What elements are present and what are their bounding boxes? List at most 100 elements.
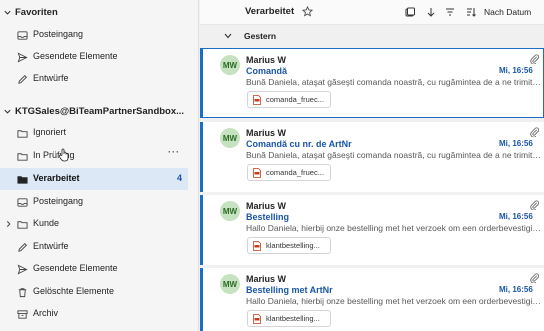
- message-item[interactable]: MW Marius W Bestelling met ArtNr Mi, 16:…: [200, 268, 544, 331]
- message-subject: Comandă: [246, 66, 288, 76]
- inbox-icon: [17, 31, 28, 40]
- folder-in-pruefung[interactable]: In Prüfung ···: [0, 145, 188, 167]
- account-name: KTGSales@BiTeamPartnerSandbox...: [15, 105, 185, 117]
- folder-posteingang[interactable]: Posteingang: [0, 191, 188, 213]
- folder-gesendete-elemente[interactable]: Gesendete Elemente: [0, 258, 188, 280]
- folder-label: Entwürfe: [33, 241, 69, 251]
- account-header[interactable]: KTGSales@BiTeamPartnerSandbox...: [0, 100, 198, 122]
- header-divider: [200, 24, 544, 25]
- folder-icon: [17, 130, 28, 138]
- message-list-pane: Verarbeitet Nach Datum Gestern MW Marius…: [200, 0, 544, 331]
- archive-icon: [17, 310, 28, 319]
- unread-count-badge: 4: [176, 173, 182, 183]
- attachment-name: comanda_fruec...: [266, 168, 324, 177]
- chevron-down-icon: [224, 33, 232, 39]
- folder-sidebar: Favoriten Posteingang Gesendete Elemente…: [0, 0, 199, 331]
- sender-name: Marius W: [246, 201, 287, 211]
- select-mode-icon[interactable]: [405, 7, 415, 17]
- sender-name: Marius W: [246, 55, 287, 65]
- folder-kunde[interactable]: Kunde: [0, 213, 188, 235]
- attachment-name: comanda_fruec...: [266, 95, 324, 104]
- attachment-name: klantbestelling...: [266, 314, 320, 323]
- folder-entwuerfe[interactable]: Entwürfe: [0, 236, 188, 258]
- pdf-file-icon: [253, 240, 261, 251]
- message-time: Mi, 16:56: [499, 139, 533, 148]
- folder-icon: [17, 221, 28, 229]
- favorites-header[interactable]: Favoriten: [0, 1, 198, 23]
- trash-icon: [18, 288, 27, 298]
- message-time: Mi, 16:56: [499, 285, 533, 294]
- attachment-icon: [530, 200, 539, 210]
- mail-app: Favoriten Posteingang Gesendete Elemente…: [0, 0, 544, 331]
- folder-label: Gesendete Elemente: [33, 51, 118, 61]
- pdf-file-icon: [253, 94, 261, 105]
- attachment-chip[interactable]: klantbestelling...: [247, 237, 331, 254]
- folder-icon: [17, 153, 28, 161]
- send-icon: [17, 52, 28, 63]
- pdf-file-icon: [253, 313, 261, 324]
- folder-label: Gelöschte Elemente: [33, 286, 115, 296]
- filter-icon[interactable]: [445, 7, 455, 17]
- attachment-chip[interactable]: comanda_fruec...: [247, 91, 331, 108]
- sort-by-label[interactable]: Nach Datum: [484, 7, 531, 17]
- pencil-icon: [18, 243, 27, 252]
- group-header-yesterday[interactable]: Gestern: [200, 27, 544, 45]
- folder-title: Verarbeitet: [245, 6, 295, 17]
- chevron-down-icon: [4, 109, 11, 114]
- folder-geloeschte-elemente[interactable]: Gelöschte Elemente: [0, 281, 188, 303]
- attachment-icon: [530, 127, 539, 137]
- pencil-icon: [18, 75, 27, 84]
- avatar: MW: [220, 274, 240, 294]
- more-options-icon[interactable]: ···: [168, 147, 180, 157]
- message-time: Mi, 16:56: [499, 212, 533, 221]
- folder-filled-icon: [17, 176, 28, 184]
- message-preview: Hallo Daniela, hierbij onze bestelling m…: [246, 296, 542, 306]
- hand-cursor-icon: [59, 148, 69, 162]
- folder-label: Verarbeitet: [33, 173, 80, 183]
- folder-label: Gesendete Elemente: [33, 263, 118, 273]
- avatar: MW: [220, 201, 240, 221]
- folder-label: Entwürfe: [33, 73, 69, 83]
- message-list-header: Verarbeitet Nach Datum: [200, 0, 544, 24]
- message-item[interactable]: MW Marius W Comandă cu nr. de ArtNr Mi, …: [200, 122, 544, 192]
- sort-arrow-icon[interactable]: [426, 7, 436, 17]
- folder-label: Posteingang: [33, 196, 84, 206]
- pdf-file-icon: [253, 167, 261, 178]
- attachment-name: klantbestelling...: [266, 241, 320, 250]
- message-subject: Comandă cu nr. de ArtNr: [246, 139, 352, 149]
- favorites-item-inbox[interactable]: Posteingang: [0, 24, 188, 46]
- chevron-down-icon: [4, 10, 11, 15]
- avatar: MW: [220, 128, 240, 148]
- send-icon: [17, 264, 28, 275]
- attachment-icon: [530, 273, 539, 283]
- message-subject: Bestelling: [246, 212, 290, 222]
- folder-ignoriert[interactable]: Ignoriert: [0, 122, 188, 144]
- folder-label: Archiv: [33, 308, 59, 318]
- favorites-header-label: Favoriten: [15, 6, 58, 18]
- avatar: MW: [220, 55, 240, 75]
- message-preview: Bună Daniela, ataşat găseşti comanda noa…: [246, 77, 542, 87]
- group-label: Gestern: [244, 31, 277, 41]
- message-preview: Bună Daniela, ataşat găseşti comanda noa…: [246, 150, 542, 160]
- message-item[interactable]: MW Marius W Bestelling Mi, 16:56 Hallo D…: [200, 195, 544, 265]
- favorites-item-drafts[interactable]: Entwürfe: [0, 68, 188, 90]
- sender-name: Marius W: [246, 128, 287, 138]
- folder-label: Ignoriert: [33, 127, 67, 137]
- inbox-icon: [17, 198, 28, 207]
- attachment-chip[interactable]: klantbestelling...: [247, 310, 331, 327]
- attachment-chip[interactable]: comanda_fruec...: [247, 164, 331, 181]
- folder-verarbeitet[interactable]: Verarbeitet 4: [0, 168, 188, 190]
- message-time: Mi, 16:56: [499, 66, 533, 75]
- message-item[interactable]: MW Marius W Comandă Mi, 16:56 Bună Danie…: [200, 48, 544, 118]
- folder-label: Kunde: [33, 218, 60, 228]
- folder-archiv[interactable]: Archiv: [0, 303, 188, 325]
- message-subject: Bestelling met ArtNr: [246, 285, 333, 295]
- chevron-right-icon[interactable]: [5, 220, 12, 228]
- attachment-icon: [530, 54, 539, 64]
- message-preview: Hallo Daniela, hierbij onze bestelling m…: [246, 223, 542, 233]
- favorites-item-sent[interactable]: Gesendete Elemente: [0, 46, 188, 68]
- sort-order-icon[interactable]: [466, 7, 476, 17]
- sender-name: Marius W: [246, 274, 287, 284]
- folder-label: Posteingang: [33, 29, 84, 39]
- star-icon[interactable]: [302, 6, 313, 17]
